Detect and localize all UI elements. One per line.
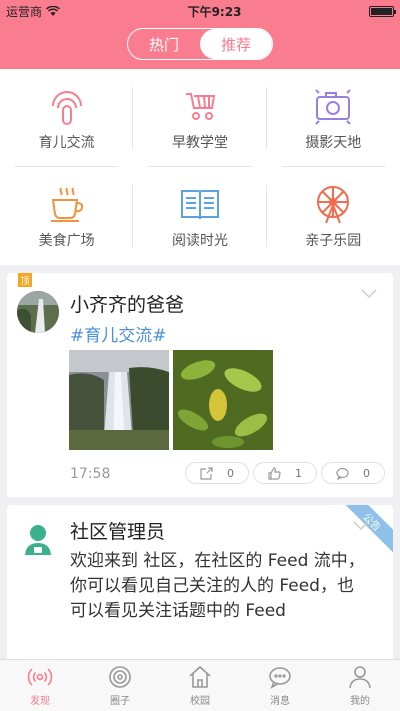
post-actions: 0 1 0 bbox=[185, 462, 385, 484]
category-food[interactable]: 美食广场 bbox=[0, 167, 134, 265]
category-reading[interactable]: 阅读时光 bbox=[133, 167, 267, 265]
tab-me[interactable]: 我的 bbox=[320, 660, 400, 711]
bottom-tab-bar: 发现 圈子 校园 消息 我的 bbox=[0, 659, 400, 711]
category-family-park[interactable]: 亲子乐园 bbox=[267, 167, 400, 265]
post-body: 欢迎来到 社区，在社区的 Feed 流中，你可以看见自己关注的人的 Feed，也… bbox=[70, 551, 365, 621]
broadcast-icon bbox=[27, 668, 53, 686]
status-bar: 运营商 下午9:23 bbox=[0, 0, 400, 22]
feed-segment-control: 热门 推荐 bbox=[127, 28, 273, 60]
circle-icon bbox=[109, 666, 131, 688]
chevron-down-icon[interactable] bbox=[353, 521, 369, 531]
category-label: 美食广场 bbox=[38, 233, 95, 249]
home-icon bbox=[189, 665, 211, 688]
tab-recommend[interactable]: 推荐 bbox=[200, 29, 272, 59]
post-time: 17:58 bbox=[70, 466, 111, 482]
comment-icon bbox=[336, 467, 349, 480]
admin-avatar[interactable] bbox=[23, 523, 53, 557]
ferris-wheel-icon bbox=[317, 186, 350, 224]
category-parenting[interactable]: 育儿交流 bbox=[0, 69, 134, 167]
parenting-icon bbox=[51, 91, 82, 125]
carrier-label: 运营商 bbox=[6, 4, 43, 19]
tab-messages[interactable]: 消息 bbox=[240, 660, 320, 711]
like-button[interactable]: 1 bbox=[253, 462, 317, 484]
wifi-icon bbox=[46, 5, 61, 16]
coffee-cup-icon bbox=[50, 187, 83, 222]
status-time: 下午9:23 bbox=[187, 4, 242, 19]
thumbs-up-icon bbox=[268, 466, 281, 480]
post-author[interactable]: 小齐齐的爸爸 bbox=[70, 290, 184, 317]
book-icon bbox=[180, 190, 219, 220]
avatar[interactable] bbox=[17, 291, 59, 333]
share-count: 0 bbox=[227, 466, 234, 480]
tab-label: 圈子 bbox=[110, 696, 130, 707]
feed-post[interactable]: 公告 社区管理员 欢迎来到 社区，在社区的 Feed 流中，你可以看见自己关注的… bbox=[7, 505, 393, 660]
pinned-badge: 顶 bbox=[18, 273, 32, 287]
feed-post[interactable]: 顶 小齐齐的爸爸 #育儿交流# 17:58 0 1 0 bbox=[7, 273, 393, 497]
person-icon bbox=[349, 666, 371, 689]
tab-label: 发现 bbox=[30, 696, 50, 707]
chat-icon bbox=[269, 667, 291, 689]
tab-discover[interactable]: 发现 bbox=[0, 660, 80, 711]
post-topic[interactable]: #育儿交流# bbox=[70, 321, 167, 346]
tab-label: 我的 bbox=[350, 696, 370, 707]
share-icon bbox=[200, 466, 213, 480]
tab-label: 消息 bbox=[270, 696, 290, 707]
stroller-icon bbox=[185, 93, 216, 120]
tab-hot[interactable]: 热门 bbox=[128, 29, 200, 59]
post-author[interactable]: 社区管理员 bbox=[70, 517, 165, 544]
battery-icon bbox=[369, 5, 396, 17]
category-label: 摄影天地 bbox=[305, 135, 362, 151]
app-header: 运营商 下午9:23 热门 推荐 bbox=[0, 0, 400, 69]
tab-label: 校园 bbox=[190, 696, 210, 707]
comment-count: 0 bbox=[363, 466, 370, 480]
category-label: 育儿交流 bbox=[38, 135, 95, 151]
chevron-down-icon[interactable] bbox=[361, 289, 377, 299]
share-button[interactable]: 0 bbox=[185, 462, 249, 484]
camera-icon bbox=[315, 89, 352, 125]
tab-circle[interactable]: 圈子 bbox=[80, 660, 160, 711]
post-image-waterfall[interactable] bbox=[69, 350, 169, 450]
category-early-education[interactable]: 早教学堂 bbox=[133, 69, 267, 167]
category-photography[interactable]: 摄影天地 bbox=[267, 69, 400, 167]
category-label: 早教学堂 bbox=[171, 135, 228, 151]
category-label: 亲子乐园 bbox=[305, 233, 362, 249]
comment-button[interactable]: 0 bbox=[321, 462, 385, 484]
post-image-leaves[interactable] bbox=[173, 350, 273, 450]
category-label: 阅读时光 bbox=[171, 233, 228, 249]
like-count: 1 bbox=[295, 466, 302, 480]
tab-campus[interactable]: 校园 bbox=[160, 660, 240, 711]
category-grid: 育儿交流 早教学堂 摄影天地 美食广场 阅读时光 亲子乐园 bbox=[0, 69, 400, 265]
